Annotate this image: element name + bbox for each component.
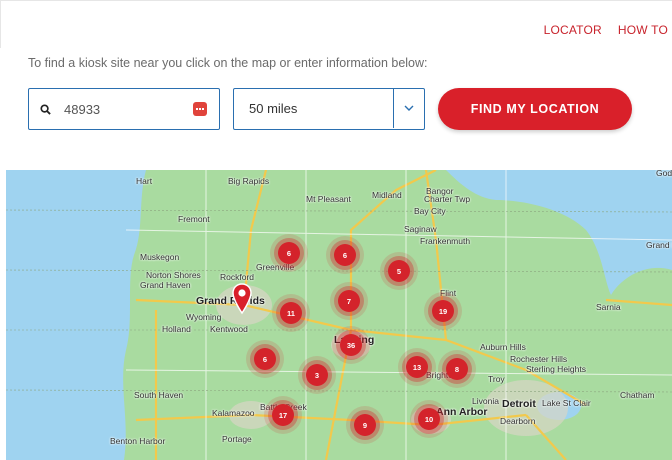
map-label-mt-pleasant: Mt Pleasant bbox=[306, 194, 351, 204]
map-label-charter-twp: Charter Twp bbox=[424, 194, 471, 204]
map-label-muskegon: Muskegon bbox=[140, 252, 180, 262]
map-label-auburn-hills: Auburn Hills bbox=[480, 342, 526, 352]
map-label-ann-arbor: Ann Arbor bbox=[436, 406, 488, 418]
map-label-kentwood: Kentwood bbox=[210, 324, 248, 334]
cluster-marker[interactable]: 6 bbox=[254, 348, 276, 370]
keyboard-icon[interactable] bbox=[193, 102, 207, 116]
map-label-sterling-heights: Sterling Heights bbox=[526, 364, 587, 374]
zip-search-field[interactable] bbox=[28, 88, 220, 130]
cluster-marker[interactable]: 6 bbox=[334, 244, 356, 266]
map-label-holland: Holland bbox=[162, 324, 191, 334]
find-my-location-button[interactable]: FIND MY LOCATION bbox=[438, 88, 632, 130]
map-label-kalamazoo: Kalamazoo bbox=[212, 408, 255, 418]
map-label-wyoming: Wyoming bbox=[186, 312, 222, 322]
map-label-lake-st-clair: Lake St Clair bbox=[542, 398, 591, 408]
map-label-saginaw: Saginaw bbox=[404, 224, 437, 234]
map-label-detroit: Detroit bbox=[502, 398, 536, 410]
search-panel: To find a kiosk site near you click on t… bbox=[6, 48, 672, 170]
cluster-marker[interactable]: 8 bbox=[446, 358, 468, 380]
map-label-rochester-hills: Rochester Hills bbox=[510, 354, 568, 364]
nav-link-locator[interactable]: LOCATOR bbox=[544, 23, 602, 37]
map-label-south-haven: South Haven bbox=[134, 390, 184, 400]
select-divider bbox=[393, 89, 394, 128]
map-label-portage: Portage bbox=[222, 434, 252, 444]
cluster-marker[interactable]: 11 bbox=[280, 302, 302, 324]
cluster-marker[interactable]: 3 bbox=[306, 364, 328, 386]
zip-input[interactable] bbox=[64, 101, 174, 117]
nav-link-how-to[interactable]: HOW TO bbox=[618, 23, 668, 37]
distance-select[interactable]: 50 miles bbox=[233, 88, 425, 130]
cluster-marker[interactable]: 10 bbox=[418, 408, 440, 430]
map-label-bay-city: Bay City bbox=[414, 206, 446, 216]
map-label-midland: Midland bbox=[372, 190, 402, 200]
map-label-benton-harbor: Benton Harbor bbox=[110, 436, 166, 446]
map-label-sarnia: Sarnia bbox=[596, 302, 621, 312]
nav-links: LOCATOR HOW TO bbox=[544, 23, 668, 37]
cluster-marker[interactable]: 9 bbox=[354, 414, 376, 436]
chevron-down-icon[interactable] bbox=[402, 101, 416, 115]
map-label-frankenmuth: Frankenmuth bbox=[420, 236, 471, 246]
cluster-marker[interactable]: 6 bbox=[278, 242, 300, 264]
map-label-flint: Flint bbox=[440, 288, 457, 298]
cluster-marker[interactable]: 5 bbox=[388, 260, 410, 282]
cluster-marker[interactable]: 13 bbox=[406, 356, 428, 378]
map-label-goderich: Goderich bbox=[656, 170, 672, 178]
map-label-fremont: Fremont bbox=[178, 214, 210, 224]
search-icon bbox=[40, 103, 62, 115]
map-label-livonia: Livonia bbox=[472, 396, 499, 406]
map-label-dearborn: Dearborn bbox=[500, 416, 536, 426]
map-label-troy: Troy bbox=[488, 374, 505, 384]
top-navigation-bar: LOCATOR HOW TO bbox=[0, 0, 672, 48]
map-label-rockford: Rockford bbox=[220, 272, 255, 282]
map-label-chatham: Chatham bbox=[620, 390, 655, 400]
map-label-grand-haven: Grand Haven bbox=[140, 280, 191, 290]
map-label-big-rapids: Big Rapids bbox=[228, 176, 270, 186]
map-label-grand-rapids: Grand Rapids bbox=[196, 295, 265, 307]
kiosk-map[interactable]: Hart Big Rapids Mt Pleasant Midland Bang… bbox=[6, 170, 672, 460]
cluster-marker[interactable]: 19 bbox=[432, 300, 454, 322]
cluster-marker[interactable]: 7 bbox=[338, 290, 360, 312]
cluster-marker[interactable]: 36 bbox=[340, 334, 362, 356]
map-base bbox=[6, 170, 672, 460]
map-label-norton-shores: Norton Shores bbox=[146, 270, 201, 280]
distance-value: 50 miles bbox=[249, 101, 298, 116]
instruction-text: To find a kiosk site near you click on t… bbox=[28, 56, 428, 70]
map-label-hart: Hart bbox=[136, 176, 153, 186]
cluster-marker[interactable]: 17 bbox=[272, 404, 294, 426]
map-label-grand-bend: Grand Bend bbox=[646, 240, 672, 250]
